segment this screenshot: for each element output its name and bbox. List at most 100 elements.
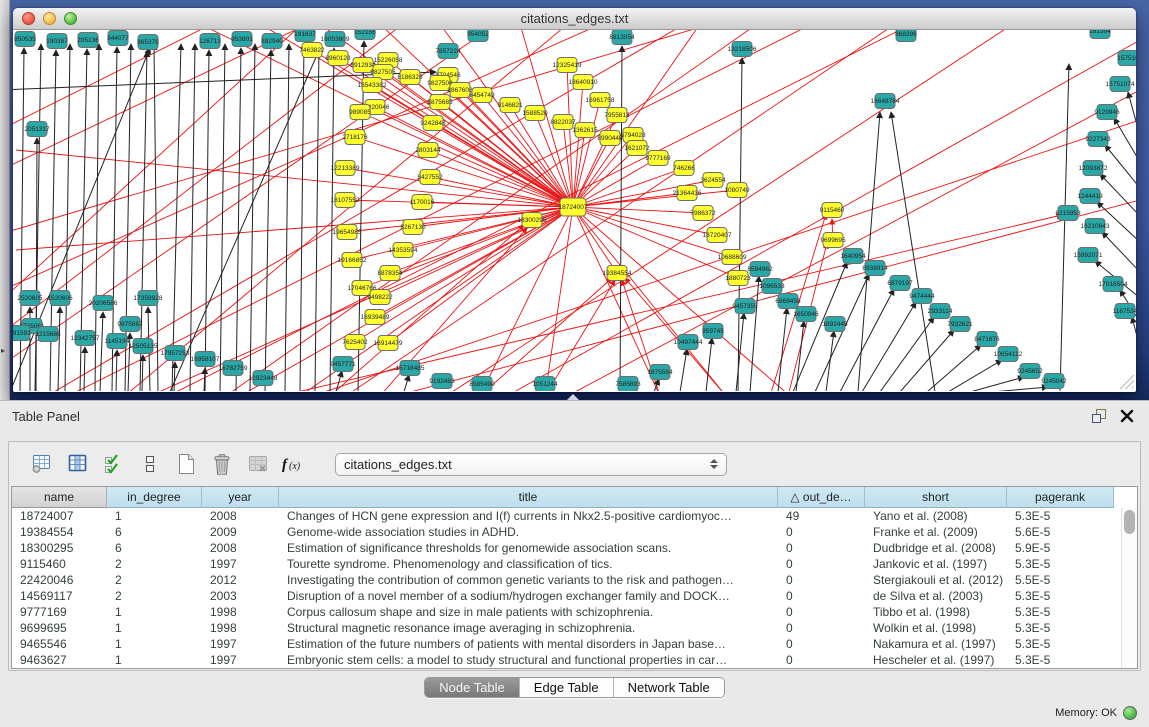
graph-node[interactable]: 1170016: [410, 195, 435, 210]
graph-node[interactable]: 8990448: [597, 131, 623, 146]
float-panel-button[interactable]: [1089, 406, 1109, 426]
column-header-in_degree[interactable]: in_degree: [107, 487, 202, 508]
table-row[interactable]: 946362711997Embryonic stem cells: a mode…: [12, 652, 1121, 668]
select-columns-button[interactable]: [101, 451, 127, 477]
graph-node[interactable]: 8267130: [400, 220, 426, 235]
tab-edge-table[interactable]: Edge Table: [520, 678, 614, 697]
graph-node[interactable]: 8471676: [974, 332, 1000, 347]
graph-node[interactable]: 1640954: [840, 249, 866, 264]
graph-node[interactable]: 1096533: [759, 279, 785, 294]
table-row[interactable]: 969969511998Structural magnetic resonanc…: [12, 620, 1121, 636]
function-builder-button[interactable]: f (x): [281, 451, 307, 477]
graph-node[interactable]: 7857224: [435, 44, 461, 59]
graph-node[interactable]: 9457771: [330, 357, 356, 372]
minimize-window-icon[interactable]: [43, 12, 56, 25]
graph-node[interactable]: 21364436: [673, 186, 702, 201]
table-source-select[interactable]: citations_edges.txt: [335, 453, 727, 476]
graph-node[interactable]: 7986372: [690, 206, 716, 221]
column-header-pagerank[interactable]: pagerank: [1007, 487, 1114, 508]
create-column-button[interactable]: [173, 451, 199, 477]
table-row[interactable]: 1938455462009Genome-wide association stu…: [12, 524, 1121, 540]
close-window-icon[interactable]: [22, 12, 35, 25]
graph-node[interactable]: 190387: [46, 34, 68, 49]
column-header-year[interactable]: year: [202, 487, 279, 508]
graph-node[interactable]: 181304: [1089, 30, 1111, 39]
graph-node[interactable]: 9699695: [820, 233, 846, 248]
graph-node[interactable]: 1520606: [47, 291, 73, 306]
graph-node[interactable]: 391591: [13, 326, 31, 341]
graph-node[interactable]: 2803144: [415, 143, 441, 158]
graph-node[interactable]: 953801: [231, 32, 253, 47]
graph-node[interactable]: 1244419: [1077, 189, 1103, 204]
graph-node[interactable]: 16958107: [191, 352, 220, 367]
graph-node[interactable]: 1892445: [822, 317, 848, 332]
graph-node[interactable]: 9498222: [367, 290, 393, 305]
splitter-handle-icon[interactable]: ▸: [1, 346, 5, 355]
graph-node[interactable]: 12213389: [331, 161, 360, 176]
table-mode-button[interactable]: [29, 451, 55, 477]
graph-node[interactable]: 16210643: [1081, 219, 1110, 234]
graph-node[interactable]: 989085: [349, 105, 371, 120]
scrollbar-thumb[interactable]: [1124, 510, 1135, 534]
graph-node[interactable]: 2520605: [17, 291, 43, 306]
graph-node[interactable]: 1650946: [793, 307, 819, 322]
network-canvas[interactable]: 8505351903872051369440778653791267139538…: [13, 30, 1136, 391]
graph-node[interactable]: 12093872: [1079, 161, 1108, 176]
graph-node[interactable]: 18724007: [559, 198, 588, 216]
graph-node[interactable]: 9115460: [820, 203, 845, 218]
graph-node[interactable]: 10688609: [718, 250, 747, 265]
graph-node[interactable]: 126713: [199, 34, 221, 49]
graph-node[interactable]: 15751074: [1106, 77, 1135, 92]
row-height-button[interactable]: [137, 451, 163, 477]
graph-node[interactable]: 17359928: [134, 291, 163, 306]
graph-node[interactable]: 1621072: [624, 141, 650, 156]
column-header-short[interactable]: short: [865, 487, 1007, 508]
graph-node[interactable]: 9777169: [645, 151, 671, 166]
graph-node[interactable]: 7932621: [947, 317, 973, 332]
graph-node[interactable]: 8427552: [417, 170, 443, 185]
column-visibility-button[interactable]: [65, 451, 91, 477]
window-titlebar[interactable]: citations_edges.txt: [13, 8, 1136, 30]
table-scrollbar[interactable]: [1121, 508, 1137, 668]
graph-node[interactable]: 17016504: [1099, 277, 1128, 292]
graph-node[interactable]: 16961758: [586, 93, 615, 108]
memory-status-indicator[interactable]: [1123, 706, 1137, 720]
graph-node[interactable]: 15718485: [396, 361, 425, 376]
graph-node[interactable]: 9129946: [1094, 105, 1120, 120]
graph-node[interactable]: 959745: [702, 324, 724, 339]
graph-node[interactable]: 8960128: [325, 51, 351, 66]
graph-node[interactable]: 746266: [673, 161, 695, 176]
graph-node[interactable]: 7955812: [604, 108, 630, 123]
graph-node[interactable]: 944077: [107, 31, 129, 46]
graph-node[interactable]: 1875584: [647, 365, 673, 380]
table-row[interactable]: 1872400712008Changes of HCN gene express…: [12, 508, 1121, 524]
graph-node[interactable]: 1362615: [572, 123, 598, 138]
graph-node[interactable]: 19384554: [603, 266, 632, 281]
graph-node[interactable]: 2051317: [24, 122, 50, 137]
graph-node[interactable]: 1051244: [532, 377, 558, 392]
graph-node[interactable]: 205136: [77, 33, 99, 48]
graph-node[interactable]: 6969456: [775, 294, 801, 309]
close-panel-button[interactable]: [1117, 406, 1137, 426]
graph-node[interactable]: 1080749: [724, 183, 750, 198]
graph-node[interactable]: 9975887: [117, 317, 143, 332]
graph-node[interactable]: 6879197: [887, 276, 913, 291]
graph-node[interactable]: 9242848: [420, 116, 446, 131]
left-splitter[interactable]: ▸: [0, 0, 10, 400]
graph-node[interactable]: 1588520: [522, 106, 548, 121]
graph-node[interactable]: 12923448: [249, 371, 278, 386]
graph-node[interactable]: 19166852: [338, 253, 367, 268]
graph-node[interactable]: 17957253: [161, 346, 190, 361]
graph-node[interactable]: 9245652: [1017, 364, 1043, 379]
graph-node[interactable]: 1880723: [725, 271, 751, 286]
graph-node[interactable]: 1215686: [35, 327, 61, 342]
graph-node[interactable]: 8454749: [469, 88, 495, 103]
graph-node[interactable]: 8186328: [397, 70, 423, 85]
graph-node[interactable]: 191637: [294, 30, 316, 42]
graph-node[interactable]: 8938914: [862, 261, 888, 276]
graph-node[interactable]: 7625402: [342, 335, 368, 350]
tab-node-table[interactable]: Node Table: [425, 678, 520, 697]
table-row[interactable]: 911546021997Tourette syndrome. Phenomeno…: [12, 556, 1121, 572]
graph-node[interactable]: 9245042: [1041, 374, 1067, 389]
graph-node[interactable]: 18107552: [331, 193, 360, 208]
